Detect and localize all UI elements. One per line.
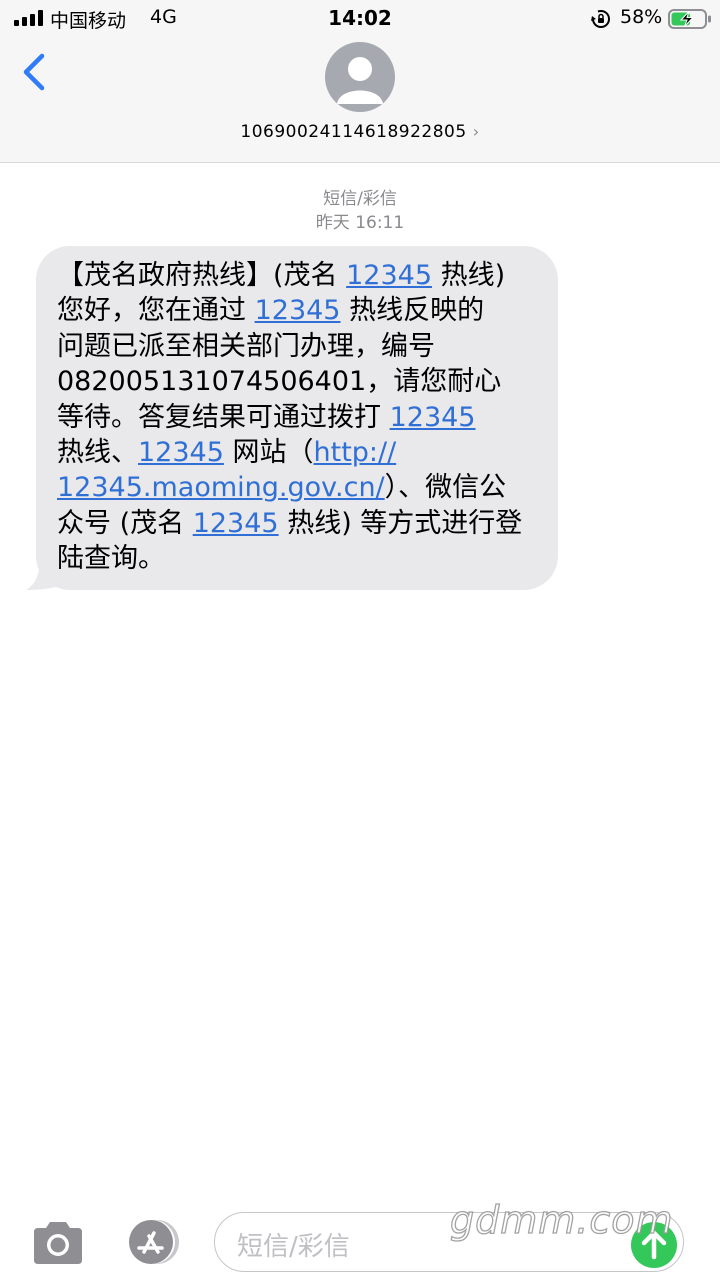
message-text-segment: 热线反映的 [340,295,485,327]
camera-icon[interactable] [30,1220,86,1266]
watermark: gdmm.com [449,1197,674,1242]
message-type-label: 短信/彩信 [323,189,397,209]
message-text-segment: 082005131074506401，请您耐心 [57,366,502,398]
orientation-lock-icon [591,10,610,28]
message-line: 12345.maoming.gov.cn/）、微信公 [57,470,537,505]
message-text-segment: 网站（ [223,437,314,469]
message-line: 等待。答复结果可通过拨打 12345 [57,400,537,435]
message-text-segment: 众号 (茂名 [57,507,193,539]
message-text-segment: ）、微信公 [384,472,507,504]
chevron-right-icon: › [472,122,480,141]
message-line: 您好，您在通过 12345 热线反映的 [57,293,537,328]
message-text-segment: 【茂名政府热线】(茂名 [57,260,347,291]
app-store-icon[interactable] [122,1219,182,1265]
contact-title[interactable]: 106900241146189228​05 › [0,122,720,142]
battery-charging-icon [668,9,711,29]
message-text-segment: 陆查询。 [57,543,165,575]
back-chevron-icon[interactable] [18,50,50,94]
message-link[interactable]: 12345 [346,260,432,291]
message-text-segment: 问题已派至相关部门办理，编号 [57,330,435,362]
message-text-segment: 热线) [432,260,506,291]
person-icon [337,57,383,104]
message-line: 问题已派至相关部门办理，编号 [57,329,537,364]
message-line: 热线、12345 网站（http:// [57,435,537,470]
message-link[interactable]: 12345.maoming.gov.cn/ [57,472,385,503]
message-text-segment: 热线、 [57,437,138,469]
message-text: 【茂名政府热线】(茂名 12345 热线) 您好，您在通过 12345 热线反映的… [57,258,537,577]
battery-percentage: 58% [620,6,663,28]
message-timestamp: 昨天 16:11 [315,213,405,233]
message-text-segment: 等待。答复结果可通过拨打 [57,401,390,433]
message-link[interactable]: http:// [314,437,397,468]
clock: 14:02 [328,6,392,30]
message-input-placeholder: 短信/彩信 [237,1232,350,1262]
message-text-segment: 您好，您在通过 [57,295,255,327]
message-line: 【茂名政府热线】(茂名 12345 热线) [57,258,537,293]
message-line: 众号 (茂名 12345 热线) 等方式进行登 [57,506,537,541]
contact-number: 106900241146189228​05 [240,122,467,142]
conversation-header: 106900241146189228​05 › [0,36,720,163]
message-line: 陆查询。 [57,541,537,576]
contact-avatar[interactable] [325,42,395,112]
message-link[interactable]: 12345 [138,437,224,468]
message-text-segment: 热线) 等方式进行登 [278,507,523,539]
message-link[interactable]: 12345 [193,508,279,539]
messages-screen: 中国移动 4G 14:02 58% 1069002 [0,0,720,1280]
message-line: 082005131074506401，请您耐心 [57,364,537,399]
status-bar: 中国移动 4G 14:02 58% [0,0,720,36]
message-link[interactable]: 12345 [390,402,476,433]
message-link[interactable]: 12345 [255,295,341,326]
